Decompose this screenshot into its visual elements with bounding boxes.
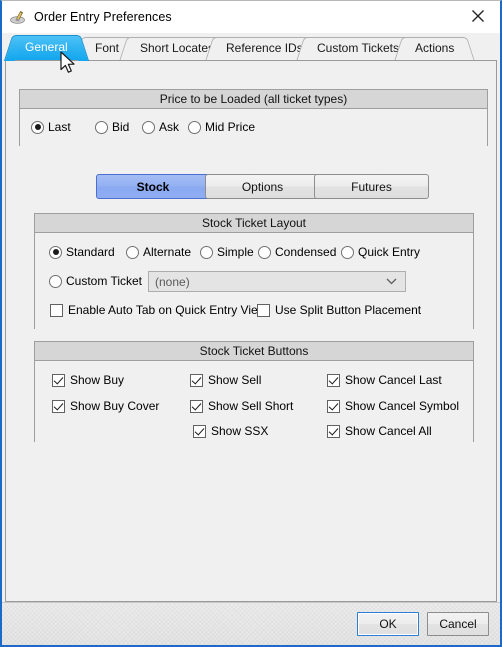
checkbox-indicator [190,399,203,413]
group-title: Stock Ticket Buttons [35,342,473,361]
checkbox-indicator [52,399,65,413]
checkbox-show-cancel-last[interactable]: Show Cancel Last [327,373,442,387]
checkbox-show-sell[interactable]: Show Sell [190,373,261,387]
radio-indicator [258,245,271,259]
cancel-button[interactable]: Cancel [427,612,489,636]
tab-actions[interactable]: Actions [404,37,466,60]
dialog-footer: OK Cancel [2,602,500,645]
stock-ticket-buttons-group: Stock Ticket Buttons Show Buy Show Buy C… [34,341,474,443]
checkbox-show-sell-short[interactable]: Show Sell Short [190,399,293,413]
close-button[interactable] [455,1,500,31]
tab-label: Actions [415,41,455,55]
checkbox-show-buy-cover[interactable]: Show Buy Cover [52,399,159,413]
radio-indicator [341,245,354,259]
button-label: Stock [136,179,170,194]
radio-standard[interactable]: Standard [49,245,115,259]
button-label: Cancel [439,617,477,631]
tab-page-general: Price to be Loaded (all ticket types) La… [5,60,497,602]
radio-label: Custom Ticket [66,274,143,288]
radio-indicator [200,245,213,259]
checkbox-label: Show Buy Cover [70,399,160,413]
radio-label: Quick Entry [358,245,421,259]
checkbox-indicator [193,424,206,438]
checkbox-label: Show SSX [211,424,269,438]
radio-mid-price[interactable]: Mid Price [188,120,255,134]
chevron-down-icon [386,278,397,285]
title-bar: Order Entry Preferences [2,1,500,33]
radio-indicator [49,274,62,288]
group-title: Price to be Loaded (all ticket types) [20,90,487,109]
radio-label: Simple [217,245,254,259]
checkbox-indicator [327,424,340,438]
checkbox-label: Show Cancel All [345,424,432,438]
button-label: Futures [351,179,392,194]
checkbox-show-cancel-symbol[interactable]: Show Cancel Symbol [327,399,459,413]
checkbox-indicator [52,373,65,387]
tab-strip: General Font Short Locates Reference IDs… [2,33,500,60]
close-icon [471,10,484,22]
checkbox-show-buy[interactable]: Show Buy [52,373,124,387]
options-button[interactable]: Options [205,174,320,199]
dialog-window: Order Entry Preferences General Font Sho… [0,0,502,647]
tab-label: General [25,40,68,54]
checkbox-label: Enable Auto Tab on Quick Entry View [68,303,267,317]
checkbox-indicator [327,373,340,387]
checkbox-show-cancel-all[interactable]: Show Cancel All [327,424,432,438]
checkbox-enable-auto-tab[interactable]: Enable Auto Tab on Quick Entry View [50,303,266,317]
radio-indicator [49,245,62,259]
tab-label: Short Locates [140,41,215,55]
radio-indicator [31,120,44,134]
radio-indicator [142,120,155,134]
checkbox-label: Show Sell [208,373,262,387]
futures-button[interactable]: Futures [314,174,429,199]
radio-quick-entry[interactable]: Quick Entry [341,245,420,259]
checkbox-indicator [257,303,270,317]
window-title: Order Entry Preferences [34,9,172,24]
button-label: Options [241,179,284,194]
stock-ticket-layout-group: Stock Ticket Layout Standard Alternate S… [34,213,474,330]
radio-condensed[interactable]: Condensed [258,245,336,259]
tab-label: Custom Tickets [317,41,400,55]
price-to-be-loaded-group: Price to be Loaded (all ticket types) La… [19,89,488,147]
tab-label: Font [95,41,120,55]
checkbox-label: Use Split Button Placement [275,303,422,317]
select-value: (none) [155,274,190,289]
group-title: Stock Ticket Layout [35,214,473,233]
radio-label: Last [48,120,71,134]
custom-ticket-select[interactable]: (none) [148,271,406,292]
radio-last[interactable]: Last [31,120,71,134]
radio-alternate[interactable]: Alternate [126,245,191,259]
radio-indicator [126,245,139,259]
checkbox-label: Show Cancel Last [345,373,442,387]
radio-ask[interactable]: Ask [142,120,179,134]
radio-bid[interactable]: Bid [95,120,129,134]
radio-custom-ticket[interactable]: Custom Ticket [49,274,142,288]
ok-button[interactable]: OK [357,612,419,636]
tab-label: Reference IDs [226,41,303,55]
checkbox-label: Show Cancel Symbol [345,399,460,413]
radio-label: Ask [159,120,180,134]
checkbox-use-split-button-placement[interactable]: Use Split Button Placement [257,303,421,317]
checkbox-indicator [50,303,63,317]
checkbox-indicator [190,373,203,387]
radio-label: Condensed [275,245,337,259]
stock-button[interactable]: Stock [96,174,210,199]
checkbox-label: Show Buy [70,373,125,387]
tab-general[interactable]: General [14,35,79,60]
checkbox-show-ssx[interactable]: Show SSX [193,424,268,438]
radio-label: Bid [112,120,130,134]
radio-label: Alternate [143,245,192,259]
radio-label: Standard [66,245,115,259]
checkbox-indicator [327,399,340,413]
checkbox-label: Show Sell Short [208,399,294,413]
radio-label: Mid Price [205,120,256,134]
tools-icon [9,8,27,26]
button-label: OK [379,617,397,631]
radio-simple[interactable]: Simple [200,245,254,259]
radio-indicator [95,120,108,134]
radio-indicator [188,120,201,134]
